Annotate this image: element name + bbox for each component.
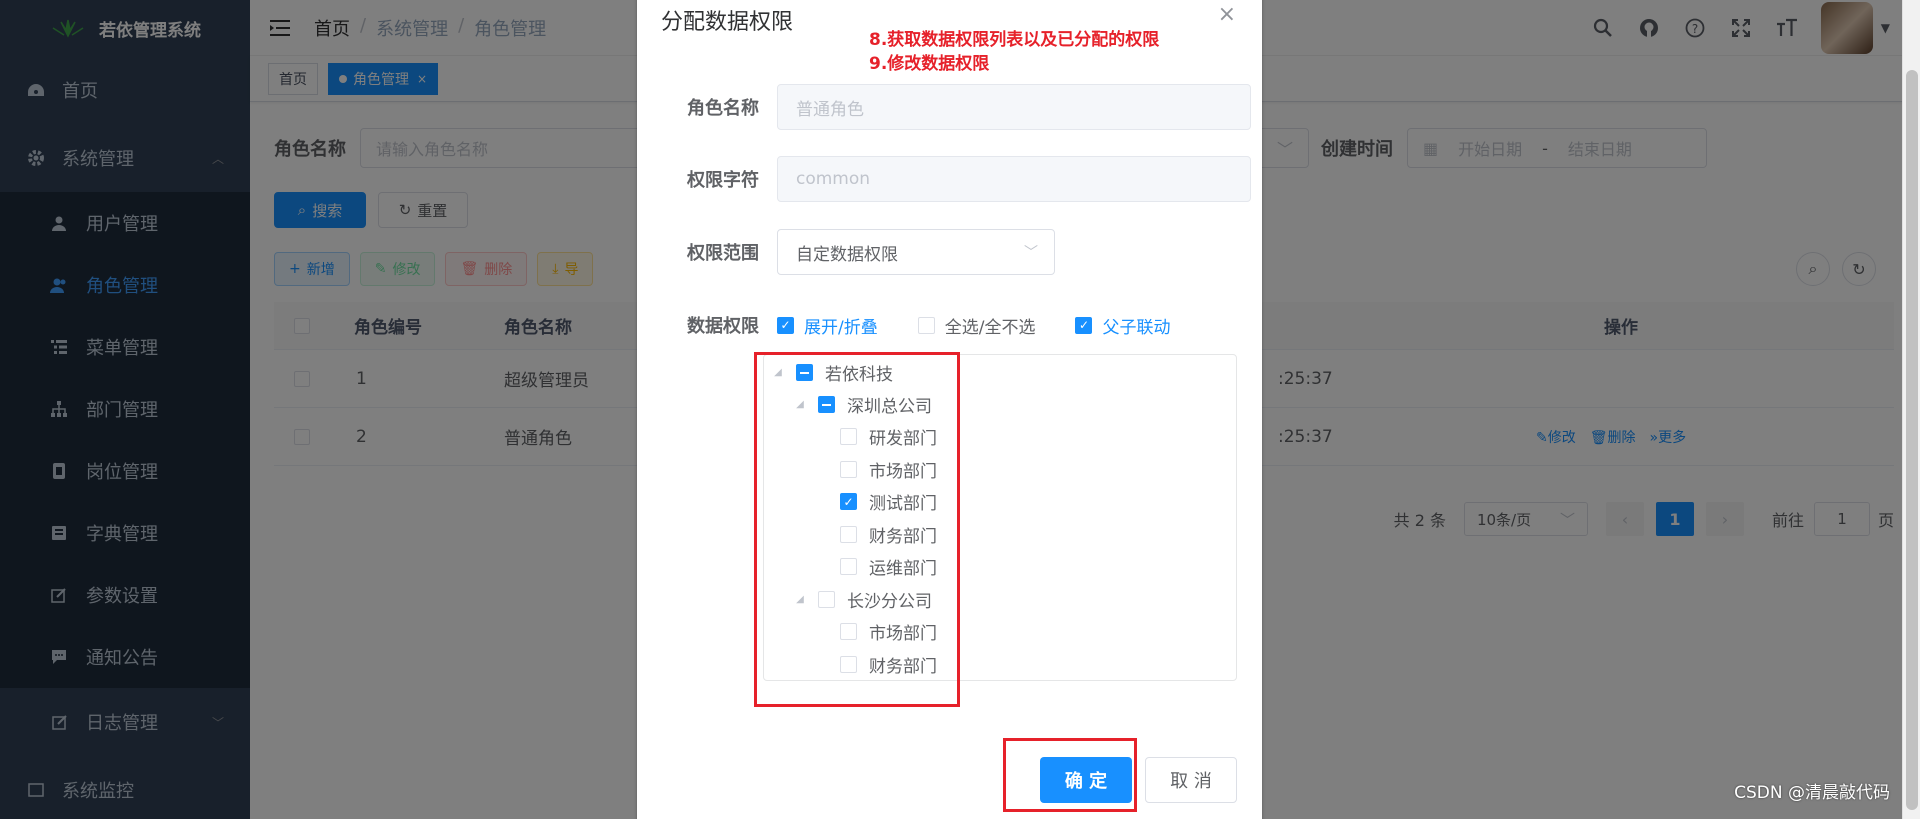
chevron-down-icon: ﹀ <box>1024 245 1038 261</box>
scrollbar-thumb[interactable] <box>1906 70 1918 810</box>
annotation-text: 8.获取数据权限列表以及已分配的权限 9.修改数据权限 <box>869 28 1159 76</box>
field-value: common <box>796 169 871 189</box>
annotation-highlight-confirm <box>1003 738 1137 812</box>
checkbox-unchecked-icon <box>917 316 935 334</box>
data-scope-select[interactable]: 自定数据权限 ﹀ <box>777 229 1055 275</box>
annotation-highlight-tree <box>754 352 960 707</box>
page-scrollbar[interactable] <box>1902 0 1920 819</box>
annotation-line-2: 9.修改数据权限 <box>869 54 990 74</box>
checkbox-checked-icon: ✓ <box>777 316 794 334</box>
role-key-field: common <box>777 156 1251 202</box>
form-row-role-name: 角色名称 普通角色 <box>637 84 1251 130</box>
form-row-role-key: 权限字符 common <box>637 156 1251 202</box>
cancel-button[interactable]: 取 消 <box>1145 757 1237 803</box>
close-icon[interactable]: × <box>1218 2 1236 27</box>
scope-label: 权限范围 <box>687 243 759 264</box>
form-row-data-scope: 数据权限 ✓ 展开/折叠 全选/全不选 ✓ 父子联动 <box>637 312 1210 338</box>
annotation-line-1: 8.获取数据权限列表以及已分配的权限 <box>869 30 1160 50</box>
role-name-label: 角色名称 <box>687 98 759 119</box>
checkbox-label: 展开/折叠 <box>804 317 878 338</box>
dialog-title: 分配数据权限 <box>661 10 794 35</box>
checkbox-checked-icon: ✓ <box>1075 316 1093 334</box>
checkbox-label: 父子联动 <box>1102 317 1171 338</box>
parent-child-linkage-checkbox[interactable]: ✓ 父子联动 <box>1075 313 1170 338</box>
data-scope-label: 数据权限 <box>687 316 759 337</box>
select-all-checkbox[interactable]: 全选/全不选 <box>917 313 1036 338</box>
form-row-scope: 权限范围 自定数据权限 ﹀ <box>637 229 1055 275</box>
role-key-label: 权限字符 <box>687 170 759 191</box>
field-value: 普通角色 <box>796 99 864 120</box>
watermark: CSDN @清晨敲代码 <box>1734 783 1890 803</box>
checkbox-label: 全选/全不选 <box>944 317 1036 338</box>
expand-collapse-checkbox[interactable]: ✓ 展开/折叠 <box>777 313 878 338</box>
role-name-field: 普通角色 <box>777 84 1251 130</box>
select-value: 自定数据权限 <box>796 244 898 265</box>
